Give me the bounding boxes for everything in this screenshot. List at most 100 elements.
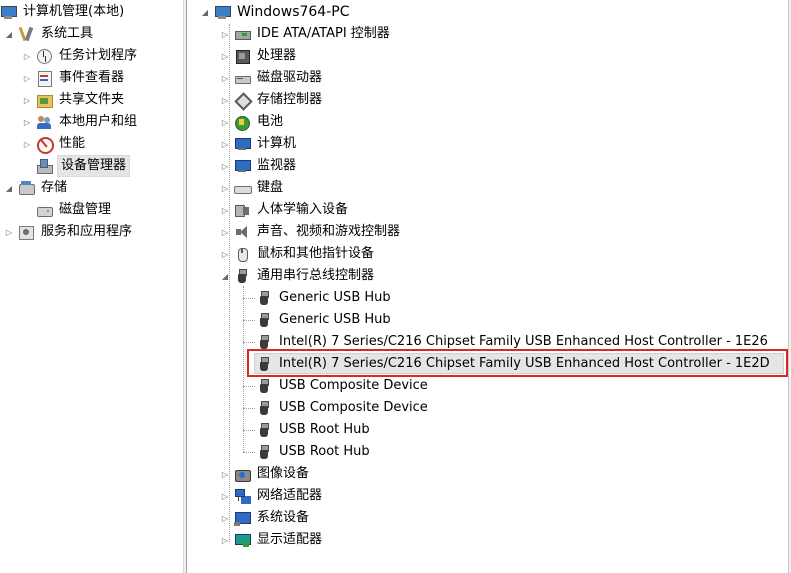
category-label: 键盘 — [257, 180, 284, 195]
disk-drive-icon — [234, 70, 251, 86]
device-category-keyboard[interactable]: ▷ 键盘 — [220, 177, 285, 199]
usb-device-item[interactable]: USB Composite Device — [256, 397, 430, 419]
device-label: Generic USB Hub — [279, 312, 391, 327]
device-category-display[interactable]: ▷ 显示适配器 — [220, 529, 324, 551]
collapse-arrow-icon[interactable]: ◢ — [200, 7, 210, 17]
device-category-storage-controller[interactable]: ▷ 存储控制器 — [220, 89, 324, 111]
tree-item-task-scheduler[interactable]: ▷ 任务计划程序 — [22, 45, 139, 67]
expand-arrow-icon[interactable]: ▷ — [220, 205, 230, 215]
device-category-system[interactable]: ▷ 系统设备 — [220, 507, 311, 529]
computer-icon — [214, 4, 231, 20]
expand-arrow-icon[interactable]: ▷ — [22, 95, 32, 105]
category-label: 监视器 — [257, 158, 297, 173]
category-label: 磁盘驱动器 — [257, 70, 323, 85]
category-label: 存储控制器 — [257, 92, 323, 107]
expand-arrow-icon[interactable]: ▷ — [220, 227, 230, 237]
device-category-mouse[interactable]: ▷ 鼠标和其他指针设备 — [220, 243, 376, 265]
device-category-disk-drive[interactable]: ▷ 磁盘驱动器 — [220, 67, 324, 89]
usb-device-icon — [256, 400, 272, 416]
usb-device-item-selected[interactable]: Intel(R) 7 Series/C216 Chipset Family US… — [256, 353, 772, 375]
device-label: USB Composite Device — [279, 378, 428, 393]
usb-device-icon — [256, 356, 272, 372]
tree-item-shared-folders[interactable]: ▷ 共享文件夹 — [22, 89, 126, 111]
hid-icon — [234, 202, 250, 218]
collapse-arrow-icon[interactable]: ◢ — [220, 271, 230, 281]
tree-item-root-computer[interactable]: ◢ Windows764-PC — [200, 1, 352, 23]
device-category-battery[interactable]: ▷ 电池 — [220, 111, 285, 133]
device-label: Intel(R) 7 Series/C216 Chipset Family US… — [279, 356, 770, 371]
expand-arrow-icon[interactable]: ▷ — [220, 73, 230, 83]
system-device-icon — [234, 510, 251, 526]
tree-item-computer-management[interactable]: 计算机管理(本地) — [0, 1, 126, 23]
tree-item-system-tools[interactable]: ◢ 系统工具 — [4, 23, 95, 45]
tree-connector-line — [243, 342, 255, 343]
tree-connector-line — [243, 320, 255, 321]
device-category-computer[interactable]: ▷ 计算机 — [220, 133, 298, 155]
collapse-arrow-icon[interactable]: ◢ — [4, 183, 14, 193]
device-category-imaging[interactable]: ▷ 图像设备 — [220, 463, 311, 485]
expand-arrow-icon[interactable]: ▷ — [220, 513, 230, 523]
monitor-icon — [234, 158, 251, 174]
tree-item-storage[interactable]: ◢ 存储 — [4, 177, 69, 199]
expand-arrow-icon[interactable]: ▷ — [220, 95, 230, 105]
expand-arrow-icon[interactable]: ▷ — [22, 139, 32, 149]
device-category-ide[interactable]: ▷ IDE ATA/ATAPI 控制器 — [220, 23, 392, 45]
expand-arrow-icon[interactable]: ▷ — [220, 161, 230, 171]
tree-item-label: 计算机管理(本地) — [23, 4, 125, 19]
expand-arrow-icon[interactable]: ▷ — [220, 491, 230, 501]
tree-item-local-users[interactable]: ▷ 本地用户和组 — [22, 111, 139, 133]
pane-splitter[interactable] — [183, 0, 187, 573]
usb-device-item[interactable]: Generic USB Hub — [256, 309, 393, 331]
tools-icon — [18, 26, 34, 42]
expand-arrow-icon[interactable]: ▷ — [220, 139, 230, 149]
category-label: 人体学输入设备 — [257, 202, 349, 217]
keyboard-icon — [234, 180, 252, 196]
expand-arrow-icon[interactable]: ▷ — [220, 469, 230, 479]
event-viewer-icon — [36, 70, 52, 87]
expand-arrow-icon[interactable]: ▷ — [220, 29, 230, 39]
expand-arrow-icon[interactable]: ▷ — [22, 117, 32, 127]
expand-arrow-icon[interactable]: ▷ — [4, 227, 14, 237]
category-label: 声音、视频和游戏控制器 — [257, 224, 401, 239]
expand-arrow-icon[interactable]: ▷ — [22, 73, 32, 83]
category-label: 鼠标和其他指针设备 — [257, 246, 375, 261]
category-label: IDE ATA/ATAPI 控制器 — [257, 26, 390, 41]
left-navigation-pane: 计算机管理(本地) ◢ 系统工具 ▷ 任务计划程序 ▷ 事件查看器 ▷ 共享文件… — [0, 0, 183, 573]
device-category-processor[interactable]: ▷ 处理器 — [220, 45, 298, 67]
device-category-sound[interactable]: ▷ 声音、视频和游戏控制器 — [220, 221, 402, 243]
collapse-arrow-icon[interactable]: ◢ — [4, 29, 14, 39]
usb-device-item[interactable]: USB Root Hub — [256, 419, 372, 441]
usb-device-item[interactable]: USB Root Hub — [256, 441, 372, 463]
tree-item-performance[interactable]: ▷ 性能 — [22, 133, 87, 155]
tree-item-device-manager[interactable]: 设备管理器 — [22, 155, 131, 177]
category-label: 计算机 — [257, 136, 297, 151]
usb-icon — [234, 268, 250, 284]
expand-arrow-icon[interactable]: ▷ — [22, 51, 32, 61]
tree-item-services[interactable]: ▷ 服务和应用程序 — [4, 221, 134, 243]
device-label: Generic USB Hub — [279, 290, 391, 305]
device-category-hid[interactable]: ▷ 人体学输入设备 — [220, 199, 350, 221]
category-label: 电池 — [257, 114, 284, 129]
category-label: 网络适配器 — [257, 488, 323, 503]
expand-arrow-icon[interactable]: ▷ — [220, 249, 230, 259]
category-label: 显示适配器 — [257, 532, 323, 547]
tree-connector-line — [243, 430, 255, 431]
category-label: 图像设备 — [257, 466, 310, 481]
performance-icon — [36, 136, 54, 154]
expand-arrow-icon[interactable]: ▷ — [220, 117, 230, 127]
sound-icon — [234, 224, 250, 240]
device-category-monitor[interactable]: ▷ 监视器 — [220, 155, 298, 177]
tree-item-event-viewer[interactable]: ▷ 事件查看器 — [22, 67, 126, 89]
device-category-network[interactable]: ▷ 网络适配器 — [220, 485, 324, 507]
usb-device-item[interactable]: Generic USB Hub — [256, 287, 393, 309]
tree-item-disk-management[interactable]: 磁盘管理 — [22, 199, 113, 221]
users-icon — [36, 114, 52, 130]
usb-device-icon — [256, 378, 272, 394]
tree-connector-line — [243, 408, 255, 409]
usb-device-item[interactable]: Intel(R) 7 Series/C216 Chipset Family US… — [256, 331, 770, 353]
expand-arrow-icon[interactable]: ▷ — [220, 51, 230, 61]
usb-device-item[interactable]: USB Composite Device — [256, 375, 430, 397]
device-category-usb[interactable]: ◢ 通用串行总线控制器 — [220, 265, 376, 287]
expand-arrow-icon[interactable]: ▷ — [220, 183, 230, 193]
expand-arrow-icon[interactable]: ▷ — [220, 535, 230, 545]
